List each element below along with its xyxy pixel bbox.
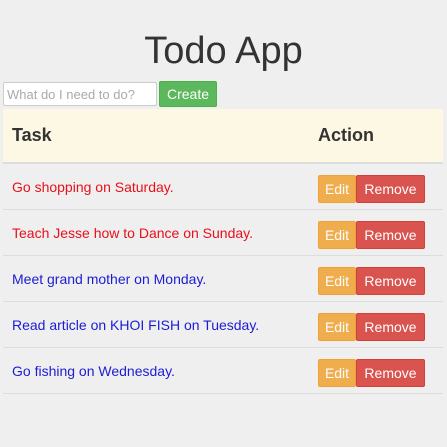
row-actions: Edit Remove (309, 266, 425, 295)
table-row: Teach Jesse how to Dance on Sunday. Edit… (3, 210, 443, 256)
edit-button[interactable]: Edit (318, 220, 356, 249)
create-task-form: Create (3, 81, 218, 107)
table-row: Go shopping on Saturday. Edit Remove (3, 164, 443, 210)
table-row: Meet grand mother on Monday. Edit Remove (3, 256, 443, 302)
row-actions: Edit Remove (309, 312, 425, 341)
table-row: Read article on KHOI FISH on Tuesday. Ed… (3, 302, 443, 348)
task-text: Read article on KHOI FISH on Tuesday. (12, 316, 260, 333)
edit-button[interactable]: Edit (318, 174, 356, 203)
todo-table: Task Action Go shopping on Saturday. Edi… (3, 109, 443, 394)
edit-button[interactable]: Edit (318, 312, 356, 341)
task-column-header: Task (12, 125, 52, 145)
task-text: Meet grand mother on Monday. (12, 270, 207, 287)
table-row: Go fishing on Wednesday. Edit Remove (3, 348, 443, 394)
remove-button[interactable]: Remove (356, 358, 425, 387)
remove-button[interactable]: Remove (356, 266, 425, 295)
page-title: Todo App (144, 30, 303, 72)
task-text: Teach Jesse how to Dance on Sunday. (12, 224, 254, 241)
task-text: Go shopping on Saturday. (12, 178, 174, 195)
task-text: Go fishing on Wednesday. (12, 362, 175, 379)
row-actions: Edit Remove (309, 358, 425, 387)
remove-button[interactable]: Remove (356, 220, 425, 249)
table-header: Task Action (3, 109, 443, 164)
edit-button[interactable]: Edit (318, 358, 356, 387)
create-button[interactable]: Create (159, 81, 218, 107)
remove-button[interactable]: Remove (356, 174, 425, 203)
row-actions: Edit Remove (309, 174, 425, 203)
edit-button[interactable]: Edit (318, 266, 356, 295)
remove-button[interactable]: Remove (356, 312, 425, 341)
row-actions: Edit Remove (309, 220, 425, 249)
action-column-header: Action (318, 125, 374, 145)
task-input[interactable] (3, 82, 157, 106)
